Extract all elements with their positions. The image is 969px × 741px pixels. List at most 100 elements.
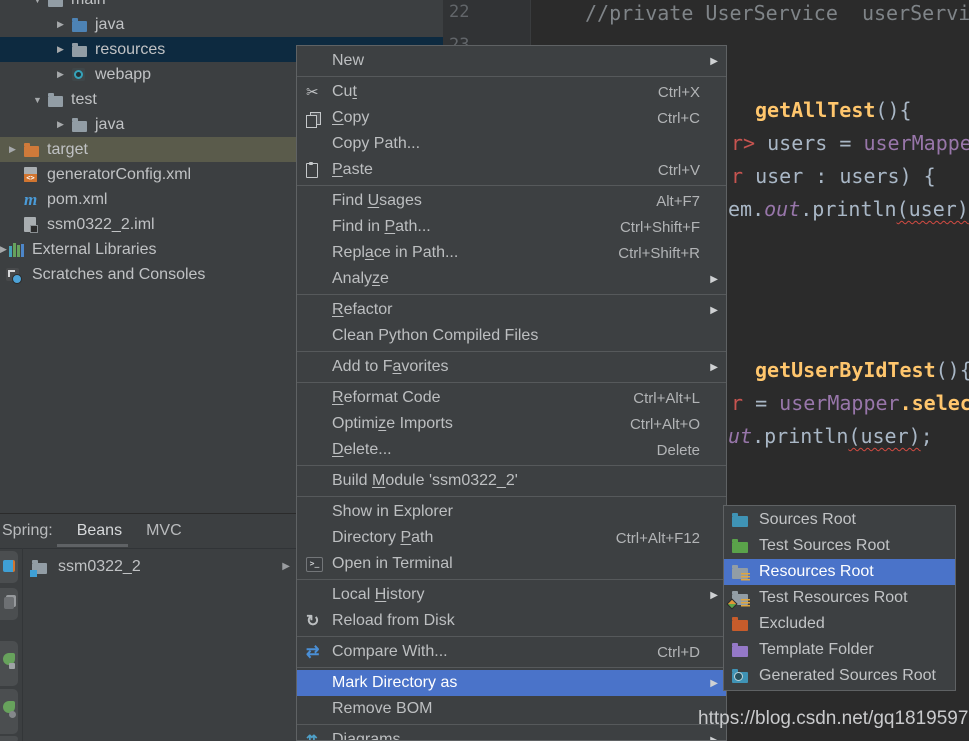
submenu-arrow-icon: ▶	[710, 56, 718, 67]
menu-item-optimize-imports[interactable]: Optimize ImportsCtrl+Alt+O	[297, 411, 726, 437]
tool-window-bar	[0, 548, 23, 741]
menu-item-find-usages[interactable]: Find UsagesAlt+F7	[297, 188, 726, 214]
menu-item-find-in-path[interactable]: Find in Path...Ctrl+Shift+F	[297, 214, 726, 240]
tree-item-main[interactable]: ▼ main	[0, 0, 443, 12]
menu-item-delete[interactable]: Delete...Delete	[297, 437, 726, 463]
menu-item-add-to-favorites[interactable]: Add to Favorites▶	[297, 354, 726, 380]
code-line: getAllTest(){	[755, 98, 912, 122]
chevron-right-icon[interactable]: ▶	[0, 244, 9, 255]
diagrams-icon	[306, 732, 332, 741]
scratches-icon	[6, 268, 32, 281]
menu-item-show-in-explorer[interactable]: Show in Explorer	[297, 499, 726, 525]
csdn-watermark: https://blog.csdn.net/gq1819597376	[698, 708, 969, 730]
menu-item-directory-path[interactable]: Directory PathCtrl+Alt+F12	[297, 525, 726, 551]
menu-item-refactor[interactable]: Refactor▶	[297, 297, 726, 323]
menu-item-analyze[interactable]: Analyze▶	[297, 266, 726, 292]
tree-item-java[interactable]: ▶ java	[0, 12, 443, 37]
source-folder-icon	[72, 18, 95, 32]
submenu-item-excluded[interactable]: Excluded	[724, 611, 955, 637]
menu-item-new[interactable]: New▶	[297, 48, 726, 74]
menu-item-remove-bom[interactable]: Remove BOM	[297, 696, 726, 722]
chevron-right-icon[interactable]: ▶	[57, 44, 72, 55]
submenu-arrow-icon: ▶	[710, 305, 718, 316]
template-folder-icon	[732, 643, 750, 657]
submenu-arrow-icon: ▶	[710, 362, 718, 373]
menu-separator	[297, 382, 726, 383]
chevron-down-icon[interactable]: ▼	[33, 95, 48, 105]
spring-beans-tool-button[interactable]	[0, 551, 18, 583]
menu-item-clean-python[interactable]: Clean Python Compiled Files	[297, 323, 726, 349]
tab-mvc[interactable]: MVC	[146, 522, 182, 540]
resources-root-icon	[732, 565, 750, 579]
folder-icon	[72, 118, 95, 132]
submenu-arrow-icon: ▶	[710, 590, 718, 601]
folder-icon	[72, 43, 95, 57]
context-menu: New▶ CutCtrl+X CopyCtrl+C Copy Path... P…	[296, 45, 727, 741]
sources-root-icon	[732, 513, 750, 527]
menu-item-open-in-terminal[interactable]: Open in Terminal	[297, 551, 726, 577]
submenu-arrow-icon: ▶	[710, 274, 718, 285]
submenu-item-generated-sources-root[interactable]: Generated Sources Root	[724, 663, 955, 689]
menu-item-local-history[interactable]: Local History▶	[297, 582, 726, 608]
menu-separator	[297, 496, 726, 497]
terminal-icon	[306, 557, 332, 572]
menu-item-copy[interactable]: CopyCtrl+C	[297, 105, 726, 131]
code-line: getUserByIdTest(){	[755, 358, 969, 382]
menu-separator	[297, 724, 726, 725]
submenu-arrow-icon: ▶	[710, 735, 718, 741]
code-line: r = userMapper.selec	[731, 391, 969, 415]
spring-lock-tool-button[interactable]	[0, 641, 18, 686]
chevron-right-icon[interactable]: ▶	[57, 19, 72, 30]
xml-file-icon	[24, 167, 47, 182]
layers-tool-button[interactable]	[0, 588, 18, 620]
libraries-icon	[9, 243, 32, 257]
menu-separator	[297, 76, 726, 77]
submenu-item-test-sources-root[interactable]: Test Sources Root	[724, 533, 955, 559]
test-sources-root-icon	[732, 539, 750, 553]
submenu-item-resources-root[interactable]: Resources Root	[724, 559, 955, 585]
mark-directory-submenu: Sources Root Test Sources Root Resources…	[723, 505, 956, 691]
menu-item-cut[interactable]: CutCtrl+X	[297, 79, 726, 105]
menu-item-copy-path[interactable]: Copy Path...	[297, 131, 726, 157]
tab-beans[interactable]: Beans	[77, 522, 122, 540]
document-tool-button[interactable]	[0, 736, 18, 741]
menu-item-mark-directory-as[interactable]: Mark Directory as▶	[297, 670, 726, 696]
submenu-item-template-folder[interactable]: Template Folder	[724, 637, 955, 663]
folder-icon	[48, 93, 71, 107]
menu-item-diagrams[interactable]: Diagrams▶	[297, 727, 726, 741]
submenu-item-sources-root[interactable]: Sources Root	[724, 507, 955, 533]
code-line: ut.println(user);	[728, 424, 933, 448]
webapp-folder-icon	[72, 68, 95, 81]
generated-sources-root-icon	[732, 669, 750, 683]
menu-separator	[297, 579, 726, 580]
submenu-item-test-resources-root[interactable]: Test Resources Root	[724, 585, 955, 611]
menu-separator	[297, 636, 726, 637]
menu-item-reload-from-disk[interactable]: Reload from Disk	[297, 608, 726, 634]
active-tab-underline	[57, 544, 128, 547]
code-line: em.out.println(user)	[728, 197, 969, 221]
menu-item-build-module[interactable]: Build Module 'ssm0322_2'	[297, 468, 726, 494]
menu-separator	[297, 351, 726, 352]
ide-window: 22 23 //private UserService userServi ge…	[0, 0, 969, 741]
excluded-folder-icon	[24, 143, 47, 157]
menu-item-compare-with[interactable]: Compare With...Ctrl+D	[297, 639, 726, 665]
line-number: 22	[449, 2, 469, 22]
menu-separator	[297, 465, 726, 466]
beans-folder-icon	[22, 560, 58, 574]
spring-gear-tool-button[interactable]	[0, 689, 18, 734]
chevron-right-icon[interactable]: ▶	[57, 119, 72, 130]
chevron-down-icon[interactable]: ▼	[33, 0, 48, 5]
compare-icon	[306, 642, 332, 662]
reload-icon	[306, 611, 332, 631]
menu-separator	[297, 185, 726, 186]
cut-icon	[306, 83, 332, 101]
code-line: r> users = userMappe	[731, 131, 969, 155]
chevron-right-icon[interactable]: ▶	[9, 144, 24, 155]
menu-item-replace-in-path[interactable]: Replace in Path...Ctrl+Shift+R	[297, 240, 726, 266]
menu-item-reformat-code[interactable]: Reformat CodeCtrl+Alt+L	[297, 385, 726, 411]
chevron-right-icon[interactable]: ▶	[57, 69, 72, 80]
copy-icon	[306, 112, 332, 125]
paste-icon	[306, 163, 332, 178]
menu-item-paste[interactable]: PasteCtrl+V	[297, 157, 726, 183]
chevron-right-icon[interactable]: ▶	[282, 561, 290, 572]
